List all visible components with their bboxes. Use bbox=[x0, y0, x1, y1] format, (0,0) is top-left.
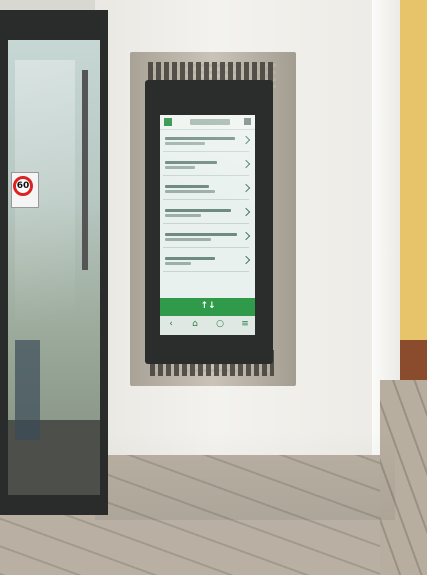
door-handle bbox=[82, 70, 88, 270]
photo-scene: 60 bbox=[0, 0, 427, 575]
yellow-facade bbox=[400, 0, 427, 345]
screen-glare bbox=[160, 115, 255, 335]
reflected-object bbox=[15, 340, 40, 440]
wall-shadow bbox=[95, 430, 395, 520]
speed-limit-value: 60 bbox=[13, 176, 33, 196]
